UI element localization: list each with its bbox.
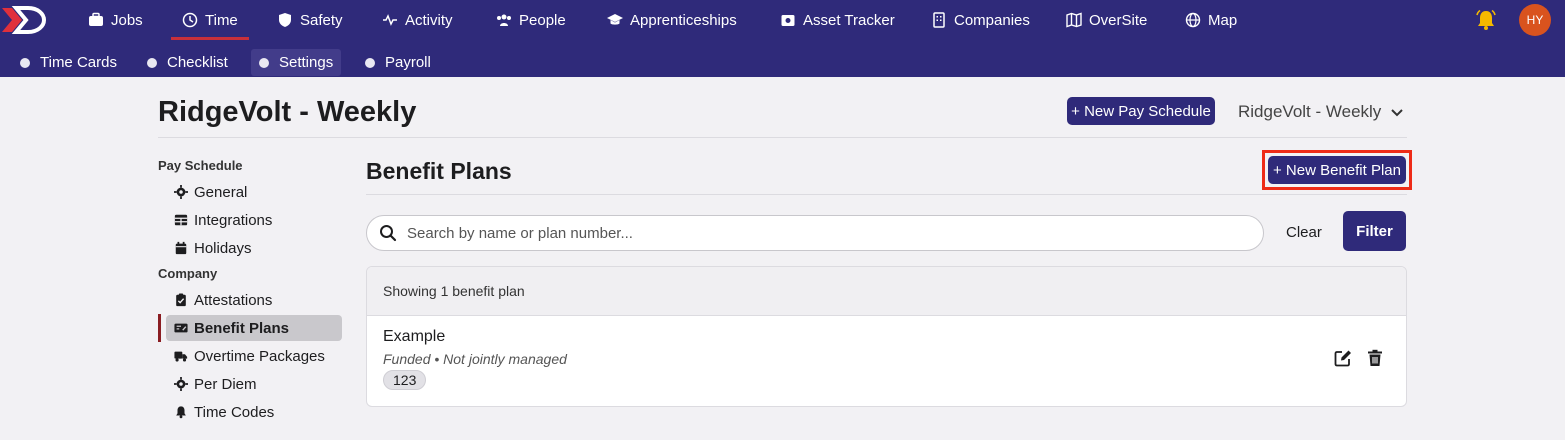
bullet-icon — [259, 57, 269, 68]
subnav-checklist-label: Checklist — [167, 54, 228, 71]
notification-bell-icon[interactable] — [1474, 8, 1498, 32]
sidebar-item-integrations[interactable]: Integrations — [166, 207, 342, 233]
clear-button[interactable]: Clear — [1278, 220, 1330, 244]
pulse-icon — [383, 14, 397, 26]
nav-oversite[interactable]: OverSite — [1066, 0, 1147, 40]
edit-icon[interactable] — [1334, 349, 1352, 367]
nav-activity[interactable]: Activity — [382, 0, 453, 40]
nav-jobs-label: Jobs — [111, 11, 143, 29]
sidebar-item-label: Benefit Plans — [194, 319, 290, 337]
plan-meta: Funded • Not jointly managed — [383, 351, 567, 367]
sub-navigation: Time Cards Checklist Settings Payroll — [0, 40, 1565, 77]
truck-clock-icon — [174, 351, 188, 362]
sidebar-item-label: General — [194, 183, 248, 201]
new-pay-schedule-button[interactable]: + New Pay Schedule — [1067, 97, 1215, 125]
subnav-checklist[interactable]: Checklist — [139, 49, 236, 76]
section-title: Benefit Plans — [366, 158, 512, 184]
sidebar-section-company: Company — [158, 266, 218, 281]
top-navigation: Jobs Time Safety Activity People Apprent… — [0, 0, 1565, 40]
nav-time-label: Time — [205, 11, 238, 29]
map-fold-icon — [1066, 12, 1082, 28]
sidebar-item-overtime-packages[interactable]: Overtime Packages — [166, 343, 342, 369]
shield-icon — [279, 13, 291, 27]
sidebar-item-label: Time Codes — [194, 403, 275, 421]
bullet-icon — [365, 57, 375, 68]
pay-schedule-select[interactable]: RidgeVolt - Weekly — [1238, 100, 1404, 124]
nav-people-label: People — [519, 11, 566, 29]
page-title: RidgeVolt - Weekly — [158, 96, 417, 128]
nav-map-label: Map — [1208, 11, 1238, 29]
clipboard-check-icon — [176, 293, 186, 307]
gear-icon — [174, 377, 188, 391]
clock-icon — [182, 12, 198, 28]
sidebar-item-label: Attestations — [194, 291, 273, 309]
chevron-down-icon — [1391, 109, 1404, 117]
nav-apprenticeships[interactable]: Apprenticeships — [607, 0, 737, 40]
sidebar-item-holidays[interactable]: Holidays — [166, 235, 342, 261]
building-icon — [933, 12, 945, 28]
sidebar-item-label: Holidays — [194, 239, 252, 257]
subnav-settings[interactable]: Settings — [251, 49, 342, 76]
sidebar-item-time-codes[interactable]: Time Codes — [166, 399, 342, 425]
nav-time[interactable]: Time — [182, 0, 238, 40]
nav-oversite-label: OverSite — [1089, 11, 1148, 29]
nav-activity-label: Activity — [405, 11, 453, 29]
sidebar-item-attestations[interactable]: Attestations — [166, 287, 342, 313]
graduation-cap-icon — [607, 14, 623, 25]
subnav-payroll[interactable]: Payroll — [357, 49, 439, 76]
sidebar-item-general[interactable]: General — [166, 179, 342, 205]
globe-icon — [1185, 12, 1201, 28]
calendar-icon — [175, 241, 187, 255]
nav-safety[interactable]: Safety — [277, 0, 343, 40]
sidebar-item-per-diem[interactable]: Per Diem — [166, 371, 342, 397]
briefcase-icon — [89, 12, 103, 26]
sidebar-item-label: Integrations — [194, 211, 273, 229]
plan-name: Example — [383, 328, 446, 345]
sidebar-item-label: Overtime Packages — [194, 347, 325, 365]
subnav-time-cards-label: Time Cards — [40, 54, 117, 71]
search-input[interactable] — [407, 224, 1227, 242]
filter-button[interactable]: Filter — [1343, 211, 1406, 251]
sidebar-active-indicator — [158, 314, 161, 342]
nav-map[interactable]: Map — [1185, 0, 1237, 40]
header-divider — [158, 137, 1407, 138]
user-avatar[interactable]: HY — [1519, 4, 1551, 36]
subnav-payroll-label: Payroll — [385, 54, 431, 71]
plan-number-badge: 123 — [383, 370, 427, 390]
people-icon — [497, 14, 511, 26]
subnav-time-cards[interactable]: Time Cards — [12, 49, 125, 76]
benefit-plans-list: Showing 1 benefit plan Example Funded • … — [366, 266, 1407, 407]
bullet-icon — [147, 57, 157, 68]
table-icon — [174, 214, 188, 226]
pay-schedule-select-value: RidgeVolt - Weekly — [1238, 102, 1382, 121]
sidebar-item-benefit-plans[interactable]: Benefit Plans — [166, 315, 342, 341]
nav-people[interactable]: People — [496, 0, 566, 40]
bell-icon — [176, 406, 186, 419]
asset-icon — [781, 15, 795, 26]
search-field[interactable] — [366, 215, 1264, 251]
sidebar-item-label: Per Diem — [194, 375, 257, 393]
results-summary: Showing 1 benefit plan — [367, 267, 1406, 316]
nav-jobs[interactable]: Jobs — [88, 0, 143, 40]
nav-safety-label: Safety — [300, 11, 343, 29]
nav-asset-tracker[interactable]: Asset Tracker — [780, 0, 895, 40]
bullet-icon — [20, 57, 30, 68]
search-icon — [380, 225, 397, 242]
sidebar-section-pay-schedule: Pay Schedule — [158, 158, 243, 173]
app-logo-icon[interactable] — [0, 5, 50, 35]
gear-icon — [174, 185, 188, 199]
subnav-settings-label: Settings — [279, 54, 334, 71]
section-divider — [366, 194, 1407, 195]
nav-companies-label: Companies — [954, 11, 1030, 29]
nav-asset-tracker-label: Asset Tracker — [803, 11, 895, 29]
trash-icon[interactable] — [1366, 349, 1384, 367]
new-benefit-plan-button[interactable]: + New Benefit Plan — [1268, 156, 1406, 184]
money-check-icon — [174, 323, 188, 333]
nav-apprenticeships-label: Apprenticeships — [630, 11, 737, 29]
nav-companies[interactable]: Companies — [931, 0, 1030, 40]
